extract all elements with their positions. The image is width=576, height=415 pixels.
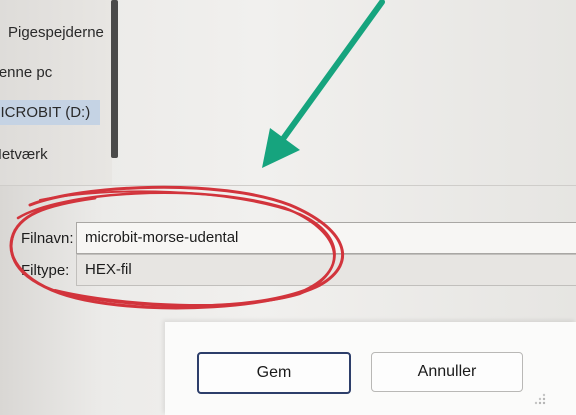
cancel-button[interactable]: Annuller [371,352,523,392]
nav-item-netvaerk[interactable]: Netværk [0,146,48,163]
filetype-label: Filtype: [21,262,70,279]
filetype-row: Filtype: HEX-fil [0,254,576,286]
cancel-button-label: Annuller [417,363,477,380]
nav-item-denne-pc[interactable]: Denne pc [0,64,52,81]
filetype-value: HEX-fil [85,261,132,278]
nav-item-label: Netværk [0,146,48,163]
nav-scrollbar[interactable] [111,0,118,158]
nav-item-pigespejderne[interactable]: Pigespejderne [8,24,104,41]
save-button-label: Gem [256,364,292,381]
resize-grip-icon[interactable] [528,387,548,407]
filename-value: microbit-morse-udental [85,229,239,246]
save-button[interactable]: Gem [197,352,351,394]
nav-item-microbit[interactable]: MICROBIT (D:) [0,100,101,125]
filename-row: Filnavn: microbit-morse-udental [0,222,576,254]
filename-input[interactable]: microbit-morse-udental [76,222,576,254]
pane-divider [0,185,576,186]
nav-item-label: Denne pc [0,64,53,81]
navigation-pane: Pigespejderne Denne pc MICROBIT (D:) Net… [0,0,112,185]
filename-label: Filnavn: [21,230,74,247]
nav-item-label: Pigespejderne [8,24,104,41]
filetype-select[interactable]: HEX-fil [76,254,576,286]
nav-item-label: MICROBIT (D:) [0,104,91,121]
